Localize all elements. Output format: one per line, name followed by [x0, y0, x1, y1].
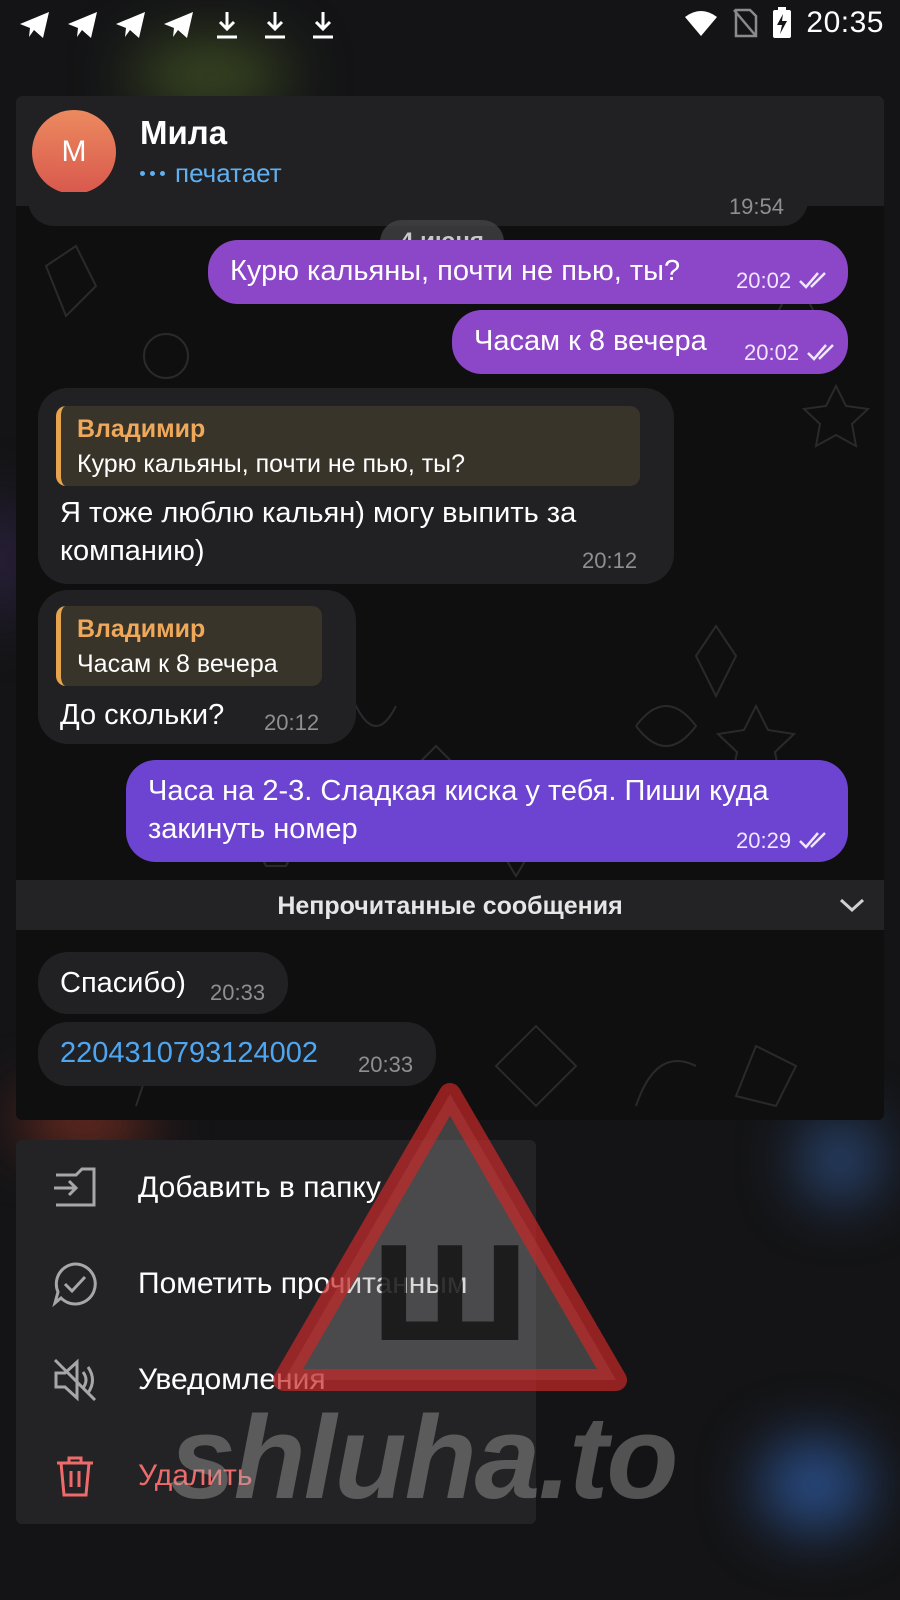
system-icons: 20:35 — [684, 6, 884, 40]
outgoing-message[interactable]: Курю кальяны, почти не пью, ты? 20:02 — [208, 240, 848, 304]
download-icon — [210, 8, 244, 42]
chevron-down-icon[interactable] — [838, 894, 866, 916]
menu-item-mark-read[interactable]: Пометить прочитанным — [16, 1236, 536, 1332]
reply-author: Владимир — [77, 415, 206, 443]
message-text: Курю кальяны, почти не пью, ты? — [230, 255, 681, 287]
incoming-message[interactable]: Владимир Курю кальяны, почти не пью, ты?… — [38, 388, 674, 584]
message-time: 20:02 — [744, 340, 800, 365]
message-time: 19:54 — [728, 194, 784, 219]
outgoing-message[interactable]: Часам к 8 вечера 20:02 — [452, 310, 848, 374]
menu-item-notifications[interactable]: Уведомления — [16, 1332, 536, 1428]
unread-messages-divider: Непрочитанные сообщения — [16, 880, 884, 930]
menu-item-label: Уведомления — [138, 1363, 326, 1396]
message-text: Я тоже люблю кальян) могу выпить за комп… — [60, 497, 577, 567]
menu-item-delete[interactable]: Удалить — [16, 1428, 536, 1524]
chat-title: Мила — [140, 114, 228, 151]
chat-preview[interactable]: М Мила печатает 19:54 4 июня Курю кальян… — [16, 96, 884, 1120]
outgoing-message[interactable]: Часа на 2-3. Сладкая киска у тебя. Пиши … — [126, 760, 848, 862]
telegram-icon — [162, 8, 196, 42]
no-sim-icon — [733, 8, 758, 38]
reply-quote[interactable]: Владимир Курю кальяны, почти не пью, ты? — [56, 406, 640, 486]
message-time: 20:33 — [210, 980, 266, 1005]
typing-dots-icon — [140, 171, 165, 176]
status-bar: 20:35 — [0, 0, 900, 50]
message-link[interactable]: 2204310793124002 — [60, 1034, 318, 1072]
message-text: Часам к 8 вечера — [474, 325, 707, 357]
double-check-icon — [799, 272, 826, 289]
message-text: Спасибо) — [60, 967, 186, 999]
folder-add-icon — [54, 1167, 96, 1207]
download-icon — [258, 8, 292, 42]
reply-text: Курю кальяны, почти не пью, ты? — [77, 450, 466, 478]
telegram-icon — [18, 8, 52, 42]
menu-item-label: Добавить в папку — [138, 1171, 381, 1204]
double-check-icon — [807, 344, 834, 361]
incoming-message[interactable]: 2204310793124002 20:33 — [38, 1022, 436, 1086]
message-text: До скольки? — [60, 699, 225, 731]
notification-icons — [18, 8, 340, 42]
message-time: 20:29 — [736, 828, 792, 853]
message-time: 20:12 — [582, 548, 638, 573]
double-check-icon — [799, 832, 826, 849]
chat-check-icon — [52, 1262, 97, 1307]
reply-quote[interactable]: Владимир Часам к 8 вечера — [56, 606, 322, 686]
message-time: 20:12 — [264, 710, 320, 735]
chat-header: М Мила печатает — [16, 96, 884, 206]
avatar[interactable]: М — [32, 110, 116, 194]
background-blur — [800, 1120, 880, 1200]
menu-item-label: Пометить прочитанным — [138, 1267, 468, 1300]
typing-status: печатает — [140, 158, 282, 189]
incoming-message[interactable]: Владимир Часам к 8 вечера До скольки? 20… — [38, 590, 356, 744]
message-text: Часа на 2-3. Сладкая киска у тебя. Пиши … — [148, 775, 769, 845]
download-icon — [306, 8, 340, 42]
reply-text: Часам к 8 вечера — [77, 650, 278, 678]
trash-icon — [57, 1456, 93, 1497]
telegram-icon — [114, 8, 148, 42]
mute-icon — [53, 1358, 97, 1402]
background-blur — [760, 1440, 870, 1530]
unread-label: Непрочитанные сообщения — [277, 892, 623, 920]
battery-charging-icon — [773, 7, 792, 38]
reply-author: Владимир — [77, 615, 206, 643]
incoming-message[interactable]: Спасибо) 20:33 — [38, 952, 288, 1014]
telegram-icon — [66, 8, 100, 42]
message-time: 20:02 — [736, 268, 792, 293]
clock: 20:35 — [806, 6, 884, 39]
menu-item-label: Удалить — [138, 1459, 253, 1492]
wifi-icon — [685, 11, 718, 36]
menu-item-add-to-folder[interactable]: Добавить в папку — [16, 1140, 536, 1236]
context-menu: Добавить в папку Пометить прочитанным Ув… — [16, 1140, 536, 1524]
message-time: 20:33 — [358, 1052, 414, 1077]
